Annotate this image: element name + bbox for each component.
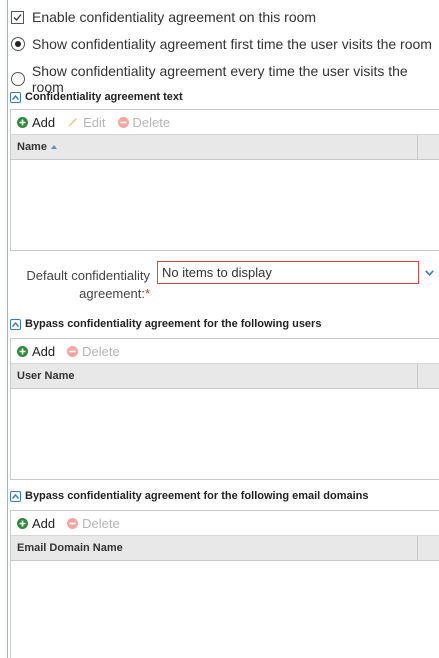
delete-agreement-label: Delete — [132, 114, 171, 130]
delete-user-label: Delete — [82, 343, 120, 359]
collapse-up-icon[interactable] — [10, 490, 21, 502]
collapse-up-icon[interactable] — [10, 91, 21, 103]
bypass-users-grid: Add Delete User Name — [10, 338, 439, 480]
radio-selected-dot — [15, 41, 21, 47]
radio-first-time-option[interactable]: Show confidentiality agreement first tim… — [11, 36, 432, 52]
bypass-users-section-header[interactable]: Bypass confidentiality agreement for the… — [10, 318, 321, 330]
bypass-domains-section-header[interactable]: Bypass confidentiality agreement for the… — [10, 490, 369, 502]
minus-circle-icon — [67, 345, 79, 357]
agreement-text-section-title: Confidentiality agreement text — [25, 91, 183, 103]
radio-first-time-label: Show confidentiality agreement first tim… — [32, 36, 432, 52]
add-agreement-label: Add — [32, 114, 56, 130]
radio-first-time[interactable] — [11, 37, 25, 51]
agreement-text-grid: Add Edit Delete Name — [10, 109, 439, 251]
user-name-column-header[interactable]: User Name — [11, 364, 439, 389]
checkmark-icon — [13, 13, 22, 21]
bypass-domains-toolbar: Add Delete — [11, 511, 439, 536]
minus-circle-icon — [117, 116, 129, 128]
bypass-domains-section-title: Bypass confidentiality agreement for the… — [25, 490, 369, 502]
minus-circle-icon — [67, 517, 79, 529]
edit-agreement-button[interactable]: Edit — [67, 114, 106, 130]
bypass-users-toolbar: Add Delete — [11, 339, 439, 364]
bypass-users-section-title: Bypass confidentiality agreement for the… — [25, 318, 322, 330]
delete-user-button[interactable]: Delete — [67, 344, 120, 359]
bypass-domains-grid: Add Delete Email Domain Name — [10, 510, 439, 658]
add-agreement-button[interactable]: Add — [17, 115, 55, 130]
default-agreement-select[interactable]: No items to display — [157, 261, 419, 284]
enable-agreement-option[interactable]: Enable confidentiality agreement on this… — [11, 9, 316, 25]
collapse-up-icon[interactable] — [10, 318, 21, 330]
radio-every-time[interactable] — [11, 72, 25, 86]
agreement-text-section-header[interactable]: Confidentiality agreement text — [10, 91, 183, 103]
column-separator — [417, 536, 418, 560]
agreement-text-toolbar: Add Edit Delete — [11, 110, 439, 135]
add-domain-label: Add — [32, 515, 56, 531]
default-agreement-label: Default confidentiality agreement:* — [22, 267, 150, 303]
chevron-down-icon[interactable] — [421, 262, 437, 283]
column-separator — [417, 364, 418, 388]
default-agreement-label-line2: agreement: — [79, 286, 145, 301]
sort-ascending-icon — [50, 145, 57, 149]
email-domain-column-label: Email Domain Name — [17, 542, 123, 554]
user-name-column-label: User Name — [17, 370, 75, 382]
agreement-name-column-header[interactable]: Name — [11, 135, 439, 160]
column-separator — [417, 135, 418, 159]
plus-circle-icon — [17, 345, 28, 357]
plus-circle-icon — [17, 116, 28, 128]
enable-agreement-checkbox[interactable] — [11, 10, 24, 24]
edit-agreement-label: Edit — [83, 114, 106, 130]
required-asterisk: * — [144, 286, 150, 301]
name-column-label: Name — [17, 141, 47, 153]
delete-agreement-button[interactable]: Delete — [117, 114, 171, 130]
email-domain-column-header[interactable]: Email Domain Name — [11, 536, 439, 561]
pencil-icon — [68, 118, 78, 127]
add-user-label: Add — [32, 343, 56, 359]
enable-agreement-label: Enable confidentiality agreement on this… — [32, 9, 317, 25]
add-domain-button[interactable]: Add — [17, 516, 55, 531]
plus-circle-icon — [17, 517, 28, 529]
add-user-button[interactable]: Add — [17, 344, 55, 359]
delete-domain-label: Delete — [82, 515, 120, 531]
default-agreement-label-line1: Default confidentiality — [26, 268, 150, 283]
delete-domain-button[interactable]: Delete — [67, 516, 120, 531]
